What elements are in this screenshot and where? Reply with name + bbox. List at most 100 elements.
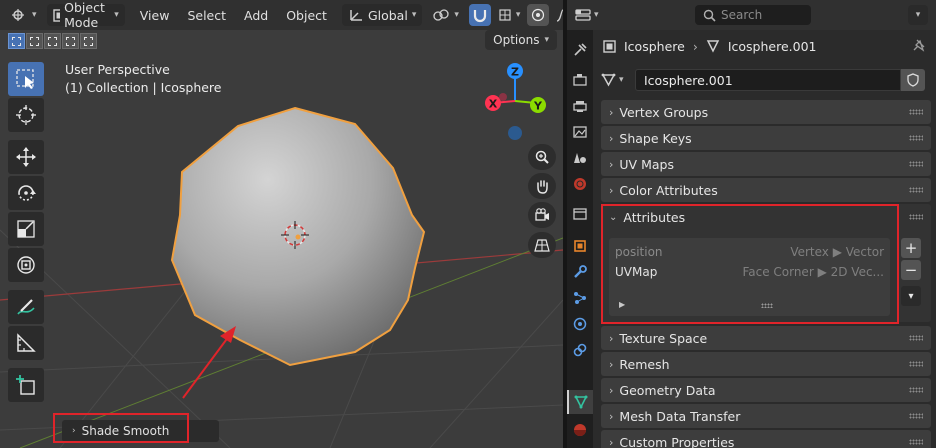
snap-target-select[interactable]: ▾ xyxy=(495,4,524,26)
tab-modifiers[interactable] xyxy=(567,260,593,284)
tab-constraints[interactable] xyxy=(567,338,593,362)
panel-geometry-data[interactable]: › Geometry Data xyxy=(601,378,931,402)
tab-material[interactable] xyxy=(567,418,593,442)
drag-handle-icon[interactable] xyxy=(909,361,923,367)
rotate-icon xyxy=(18,185,36,201)
tab-scene[interactable] xyxy=(567,146,593,170)
mode-select[interactable]: Object Mode ▾ xyxy=(46,0,125,30)
mesh-data-triangle-icon xyxy=(706,40,720,53)
panel-color-attributes[interactable]: › Color Attributes xyxy=(601,178,931,202)
panel-mesh-data-transfer[interactable]: › Mesh Data Transfer xyxy=(601,404,931,428)
camera-view-button[interactable] xyxy=(528,202,556,228)
panel-title: Vertex Groups xyxy=(619,104,709,120)
list-item[interactable]: UVMap Face Corner ▶ 2D Vec... xyxy=(609,262,890,282)
menu-object[interactable]: Object xyxy=(279,8,334,23)
snap-toggle[interactable] xyxy=(468,4,491,26)
attributes-panel-header[interactable]: ⌄ Attributes xyxy=(601,204,931,230)
tool-scale[interactable] xyxy=(8,212,44,246)
drag-handle-icon[interactable] xyxy=(909,161,923,167)
tool-select-box[interactable] xyxy=(8,62,44,96)
select-invert-button[interactable] xyxy=(62,33,79,49)
menu-select[interactable]: Select xyxy=(180,8,233,23)
panel-vertex-groups[interactable]: › Vertex Groups xyxy=(601,100,931,124)
tab-physics[interactable] xyxy=(567,312,593,336)
tab-output[interactable] xyxy=(567,94,593,118)
tab-world[interactable] xyxy=(567,172,593,196)
panel-attributes: ⌄ Attributes position Vertex ▶ Vector UV… xyxy=(601,204,931,322)
gizmo-neg-y[interactable] xyxy=(499,93,507,101)
list-item[interactable]: position Vertex ▶ Vector xyxy=(609,242,890,262)
select-subtract-button[interactable] xyxy=(44,33,61,49)
editor-type-button[interactable]: ▾ xyxy=(6,4,43,26)
drag-handle-icon[interactable] xyxy=(909,439,923,445)
tool-settings-row xyxy=(0,30,563,52)
properties-search-input[interactable]: Search xyxy=(695,5,811,25)
panel-remesh[interactable]: › Remesh xyxy=(601,352,931,376)
transform-orientation-select[interactable]: Global ▾ xyxy=(341,4,423,26)
tab-object[interactable] xyxy=(567,234,593,258)
options-dropdown[interactable]: Options ▾ xyxy=(485,30,557,50)
object-mode-icon xyxy=(52,8,61,22)
proportional-edit-toggle[interactable] xyxy=(527,4,550,26)
select-box-icon xyxy=(16,69,34,89)
tab-render[interactable] xyxy=(567,68,593,92)
navigation-gizmo[interactable]: X Z Y xyxy=(478,58,558,148)
properties-options-button[interactable]: ▾ xyxy=(908,5,928,25)
attribute-specials-menu[interactable]: ▾ xyxy=(901,286,921,306)
drag-handle-icon[interactable] xyxy=(909,335,923,341)
drag-handle-icon[interactable] xyxy=(909,109,923,115)
tab-view-layer[interactable] xyxy=(567,120,593,144)
list-filter-toggle[interactable]: ▶ xyxy=(619,300,625,309)
panel-title: Custom Properties xyxy=(619,434,735,448)
tool-add-cube[interactable] xyxy=(8,368,44,402)
tab-collection[interactable] xyxy=(567,202,593,226)
panel-uv-maps[interactable]: › UV Maps xyxy=(601,152,931,176)
mesh-name-field[interactable]: Icosphere.001 xyxy=(635,69,901,91)
drag-handle-icon[interactable] xyxy=(909,413,923,419)
falloff-select[interactable] xyxy=(553,4,563,26)
tool-cursor[interactable] xyxy=(8,98,44,132)
options-label: Options xyxy=(493,33,540,47)
drag-handle-icon[interactable] xyxy=(909,135,923,141)
drag-handle-icon[interactable] xyxy=(909,387,923,393)
select-intersect-button[interactable] xyxy=(80,33,97,49)
drag-handle-icon[interactable] xyxy=(909,187,923,193)
pan-button[interactable] xyxy=(528,173,556,199)
gizmo-neg-z[interactable] xyxy=(508,126,522,140)
tool-transform[interactable] xyxy=(8,248,44,282)
select-extend-button[interactable] xyxy=(26,33,43,49)
tab-particles[interactable] xyxy=(567,286,593,310)
add-attribute-button[interactable]: + xyxy=(901,238,921,258)
chevron-right-icon: › xyxy=(609,331,614,345)
menu-view[interactable]: View xyxy=(133,8,177,23)
pivot-point-select[interactable]: ▾ xyxy=(426,4,465,26)
tool-wrench-screwdriver-icon xyxy=(574,43,587,56)
panel-title: Shape Keys xyxy=(619,130,692,146)
panel-custom-properties[interactable]: › Custom Properties xyxy=(601,430,931,448)
drag-handle-icon[interactable] xyxy=(909,214,923,220)
select-new-button[interactable] xyxy=(8,33,25,49)
annotation-highlight-box xyxy=(53,413,189,443)
3d-viewport[interactable]: ▾ Object Mode ▾ View Select Add Object G… xyxy=(0,0,563,448)
browse-mesh-button[interactable]: ▾ xyxy=(601,69,635,91)
list-resize-handle[interactable] xyxy=(761,303,773,308)
perspective-toggle-button[interactable] xyxy=(528,232,556,258)
tool-measure[interactable] xyxy=(8,326,44,360)
zoom-button[interactable] xyxy=(528,144,556,170)
panel-texture-space[interactable]: › Texture Space xyxy=(601,326,931,350)
panel-shape-keys[interactable]: › Shape Keys xyxy=(601,126,931,150)
mode-label: Object Mode xyxy=(64,0,105,30)
fake-user-button[interactable] xyxy=(901,69,925,91)
object-origin xyxy=(295,234,301,240)
tab-data[interactable] xyxy=(567,390,593,414)
tab-tool[interactable] xyxy=(567,38,593,62)
remove-attribute-button[interactable]: − xyxy=(901,260,921,280)
object-square-icon xyxy=(574,240,586,252)
properties-editor-type-button[interactable]: ▾ xyxy=(575,5,599,25)
tool-rotate[interactable] xyxy=(8,176,44,210)
menu-add[interactable]: Add xyxy=(237,8,275,23)
pin-button[interactable] xyxy=(912,38,926,55)
tool-move[interactable] xyxy=(8,140,44,174)
tool-annotate[interactable] xyxy=(8,290,44,324)
panel-title: Color Attributes xyxy=(619,182,718,198)
